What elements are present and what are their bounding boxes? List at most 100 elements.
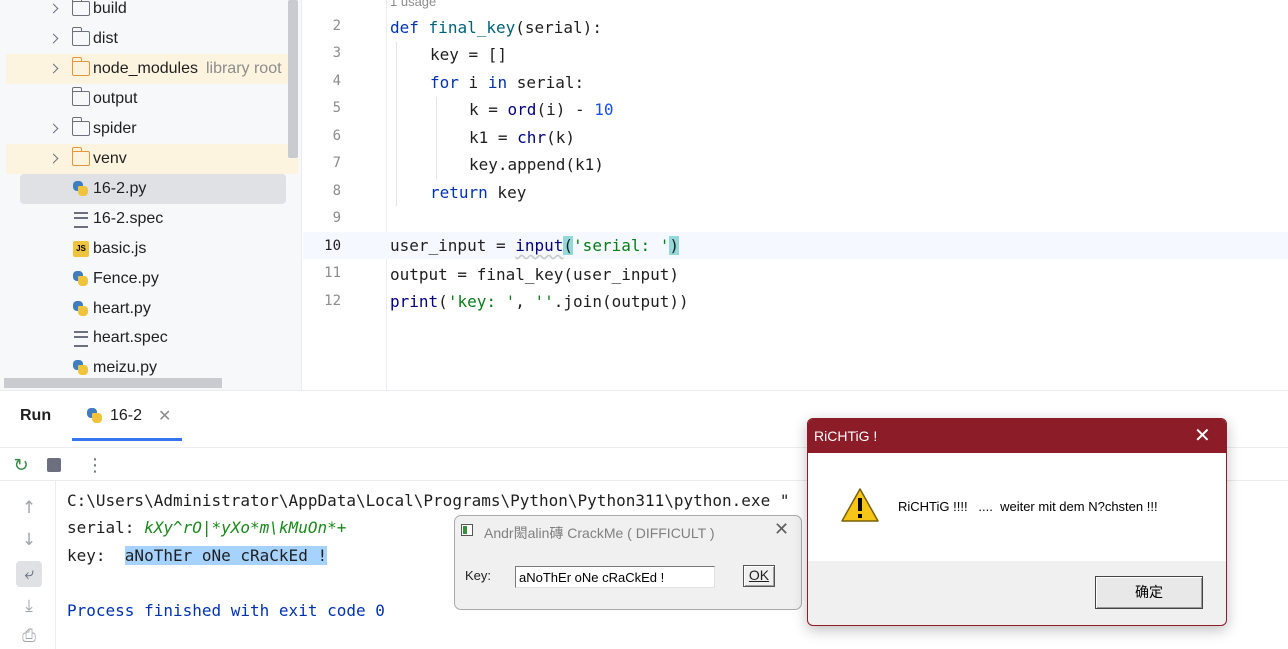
tree-item-label: node_modules: [93, 60, 198, 77]
console-key-output[interactable]: aNoThEr oNe cRaCkEd !: [124, 545, 328, 565]
code-line-6[interactable]: k1 = chr(k): [469, 124, 575, 151]
scroll-to-end-icon[interactable]: ⤓: [16, 593, 42, 619]
code-token: (k): [546, 128, 575, 147]
tree-item-16-2-py[interactable]: 16-2.py: [20, 174, 286, 204]
tree-vertical-scrollbar[interactable]: [288, 0, 298, 158]
code-line-7[interactable]: key.append(k1): [469, 151, 604, 178]
arrow-down-icon[interactable]: ↓: [16, 527, 42, 553]
tree-item-label: output: [93, 90, 138, 107]
tree-item-heart-py[interactable]: heart.py: [6, 294, 288, 324]
tree-item-node-modules[interactable]: node_modules library root: [6, 54, 298, 84]
code-line-8[interactable]: return key: [430, 179, 526, 206]
print-icon[interactable]: ⎙: [16, 623, 42, 649]
tree-item-dist[interactable]: dist: [6, 24, 288, 54]
code-token: print: [390, 292, 439, 311]
tree-item-build[interactable]: build: [6, 0, 288, 24]
code-token: .join(output)): [553, 292, 689, 311]
tree-item-heart-spec[interactable]: heart.spec: [6, 323, 288, 353]
chevron-right-icon[interactable]: [48, 33, 60, 45]
folder-icon: [71, 0, 90, 16]
tree-item-basic-js[interactable]: JS basic.js: [6, 234, 288, 264]
code-token: ord: [507, 100, 537, 119]
arrow-up-icon[interactable]: ↑: [16, 495, 42, 521]
close-icon[interactable]: ✕: [1194, 423, 1211, 448]
text-file-icon: [74, 212, 88, 228]
chevron-right-icon[interactable]: [48, 3, 60, 15]
tree-item-16-2-spec[interactable]: 16-2.spec: [6, 204, 288, 234]
console-command-line: C:\Users\Administrator\AppData\Local\Pro…: [67, 491, 790, 510]
folder-icon: [71, 57, 90, 76]
code-token: in: [487, 73, 508, 92]
code-line-3[interactable]: key = []: [430, 41, 507, 68]
tree-item-label-group: node_modules library root: [93, 60, 282, 78]
code-token: def: [390, 18, 419, 37]
tree-item-label: build: [93, 0, 127, 17]
chevron-right-icon[interactable]: [48, 63, 60, 75]
stop-button[interactable]: [43, 454, 65, 476]
rerun-icon[interactable]: ↻: [10, 454, 32, 476]
gutter-separator: [386, 0, 387, 390]
code-line-4[interactable]: for i in serial:: [430, 69, 584, 96]
line-number: 9: [332, 210, 341, 226]
crackme-title: Andr閎alin磚 CrackMe ( DIFFICULT ): [484, 525, 715, 541]
stop-icon: [47, 458, 61, 472]
line-number: 10: [324, 238, 341, 254]
tree-item-label: basic.js: [93, 240, 147, 257]
code-line-5[interactable]: k = ord(i) - 10: [469, 96, 614, 123]
chevron-right-icon[interactable]: [48, 123, 60, 135]
more-options-icon[interactable]: ⋮: [84, 454, 106, 476]
code-token: k =: [469, 100, 508, 119]
tree-item-label: 16-2.py: [93, 180, 147, 197]
message-box-text: RiCHTiG !!!! .... weiter mit dem N?chste…: [898, 499, 1158, 514]
code-line-2[interactable]: def final_key(serial):: [390, 14, 602, 41]
tree-item-label: spider: [93, 120, 137, 137]
close-icon[interactable]: ✕: [774, 519, 789, 540]
console-serial-input: kXy^rO|*yXo*m\kMuOn*+: [144, 518, 347, 538]
line-number: 6: [332, 128, 341, 144]
line-number: 11: [324, 265, 341, 281]
indent-guide: [396, 42, 397, 206]
warning-icon: [841, 488, 879, 522]
tree-item-label: venv: [93, 150, 127, 167]
line-number: 4: [332, 73, 341, 89]
close-icon[interactable]: ✕: [158, 406, 171, 425]
console-key-prompt: key:: [67, 545, 125, 565]
key-label: Key:: [465, 568, 492, 583]
tree-item-venv[interactable]: venv: [6, 144, 298, 174]
python-file-icon: [72, 270, 90, 288]
usage-hint[interactable]: 1 usage: [390, 0, 436, 9]
tree-item-spider[interactable]: spider: [6, 114, 288, 144]
tree-item-fence-py[interactable]: Fence.py: [6, 264, 288, 294]
tree-item-label: heart.spec: [93, 329, 168, 346]
chevron-right-icon[interactable]: [48, 153, 60, 165]
message-box-title: RiCHTiG !: [814, 428, 878, 444]
code-line-10[interactable]: user_input = input('serial: '): [303, 232, 1288, 259]
code-line-12[interactable]: print('key: ', ''.join(output)): [390, 288, 689, 315]
message-box-body: RiCHTiG !!!! .... weiter mit dem N?chste…: [808, 453, 1226, 561]
line-number: 3: [332, 45, 341, 61]
line-number: 7: [332, 155, 341, 171]
crackme-dialog: Andr閎alin磚 CrackMe ( DIFFICULT ) ✕ Key: …: [454, 515, 802, 610]
soft-wrap-icon[interactable]: ⤶: [16, 561, 42, 587]
tree-horizontal-scrollbar[interactable]: [4, 378, 222, 388]
code-editor[interactable]: 1 usage 2 3 4 5 6 7 8 9 user_input = inp…: [303, 0, 1288, 390]
code-token: key: [487, 183, 527, 202]
project-tree: build dist node_modules library root outp…: [0, 0, 302, 390]
folder-icon: [71, 147, 90, 166]
code-token: ,: [515, 292, 535, 311]
code-line-11[interactable]: output = final_key(user_input): [390, 261, 679, 288]
run-side-toolbar: ↑ ↓ ⤶ ⤓ ⎙: [0, 481, 56, 649]
richtig-message-box: RiCHTiG ! ✕ RiCHTiG !!!! .... weiter mit…: [807, 418, 1227, 626]
code-token: serial:: [507, 73, 585, 92]
javascript-file-icon: JS: [73, 241, 89, 257]
python-file-icon: [72, 180, 90, 198]
run-tab-16-2[interactable]: 16-2 ✕: [72, 391, 182, 441]
code-token: user_input =: [390, 236, 516, 255]
tree-item-output[interactable]: output: [6, 84, 288, 114]
confirm-button[interactable]: 确定: [1095, 576, 1203, 609]
python-file-icon: [72, 300, 90, 318]
code-token: (: [438, 292, 448, 311]
line-number: 12: [324, 293, 341, 309]
ok-button[interactable]: OK: [743, 565, 775, 587]
key-input[interactable]: [515, 566, 715, 588]
